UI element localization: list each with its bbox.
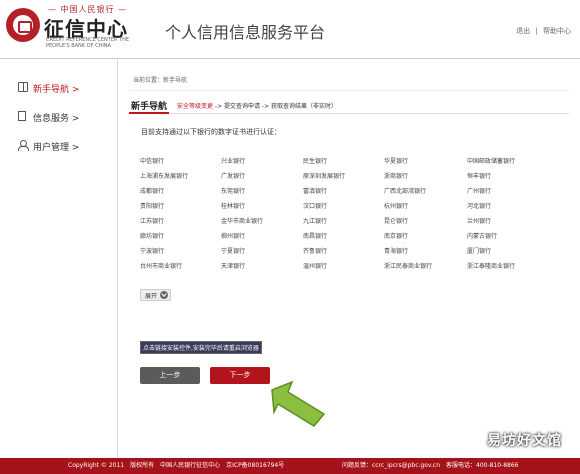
bank-item: 昆仑银行: [384, 218, 409, 225]
bank-item: 原深圳发展银行: [303, 173, 346, 180]
bank-item: 桂林银行: [221, 203, 246, 210]
sidebar: 新手导航 > 信息服务 > 用户管理 >: [0, 59, 118, 458]
user-icon: [18, 140, 29, 151]
bank-item: 杭州银行: [384, 203, 409, 210]
bank-item: 天津银行: [221, 263, 246, 270]
bank-item: 恒丰银行: [467, 173, 492, 180]
bank-item: 金华市商业银行: [221, 218, 264, 225]
pointer-arrow-icon: [271, 380, 326, 427]
expand-button[interactable]: 展开: [140, 289, 172, 301]
expand-label: 展开: [145, 292, 158, 300]
bank-item: 浙江泰隆商业银行: [467, 263, 516, 270]
bank-item: 宁波银行: [140, 248, 165, 255]
bank-item: 南昌银行: [303, 233, 328, 240]
sidebar-item-label: 新手导航 >: [33, 85, 80, 95]
bank-item: 廊坊银行: [140, 233, 165, 240]
step-indicator: 安全等级变更 -> 提交查询申请 -> 获取查询结果（非实时）: [177, 101, 337, 110]
logo-english-text: CREDIT REFERENCE CENTER THE PEOPLE'S BAN…: [46, 37, 130, 49]
bank-item: 齐鲁银行: [303, 248, 328, 255]
footer-copyright: CopyRight © 2011 版权所有 中国人民银行征信中心 京ICP备08…: [68, 462, 285, 469]
logo-seal-icon: [6, 8, 40, 42]
bank-item: 富滇银行: [303, 188, 328, 195]
bank-item: 江苏银行: [140, 218, 165, 225]
link-separator: |: [535, 27, 538, 35]
install-control-link[interactable]: 点击链接安装控件,安装完毕后请重启浏览器: [140, 341, 262, 354]
footer: CopyRight © 2011 版权所有 中国人民银行征信中心 京ICP备08…: [0, 458, 580, 474]
logout-link[interactable]: 退出: [516, 27, 530, 35]
bank-item: 河北银行: [467, 203, 492, 210]
bank-item: 南京银行: [384, 233, 409, 240]
bank-item: 九江银行: [303, 218, 328, 225]
bank-item: 兴业银行: [221, 158, 246, 165]
sidebar-item-beginner-guide[interactable]: 新手导航 >: [0, 79, 117, 97]
sidebar-item-label: 用户管理 >: [33, 143, 80, 153]
bank-item: 上海浦东发展银行: [140, 173, 189, 180]
bank-item: 柳州银行: [221, 233, 246, 240]
document-icon: [18, 111, 26, 121]
bank-item: 浙商银行: [384, 173, 409, 180]
main-content: 当前位置：新手导航 新手导航 安全等级变更 -> 提交查询申请 -> 获取查询结…: [119, 59, 580, 458]
sidebar-item-user-management[interactable]: 用户管理 >: [0, 137, 117, 155]
bank-item: 温州银行: [303, 263, 328, 270]
title-underline: [129, 112, 569, 114]
platform-title: 个人信用信息服务平台: [165, 23, 326, 42]
next-button[interactable]: 下一步: [210, 367, 270, 384]
bank-item: 兰州银行: [467, 218, 492, 225]
bank-item: 民生银行: [303, 158, 328, 165]
bank-item: 成都银行: [140, 188, 165, 195]
watermark-text: 易坊好文馆: [487, 433, 562, 449]
bank-item: 中信银行: [140, 158, 165, 165]
breadcrumb-divider: [129, 90, 569, 91]
bank-item: 广州银行: [467, 188, 492, 195]
header: — 中国人民银行 — 征信中心 CREDIT REFERENCE CENTER …: [0, 0, 580, 58]
chevron-down-icon: [160, 291, 169, 299]
bank-item: 浙江民泰商业银行: [384, 263, 433, 270]
bank-item: 厦门银行: [467, 248, 492, 255]
bank-item: 广西北部湾银行: [384, 188, 427, 195]
bank-item: 青海银行: [384, 248, 409, 255]
sidebar-item-info-service[interactable]: 信息服务 >: [0, 108, 117, 126]
breadcrumb: 当前位置：新手导航: [133, 77, 188, 84]
prev-button[interactable]: 上一步: [140, 367, 200, 384]
bank-item: 台州市商业银行: [140, 263, 183, 270]
bank-item: 内蒙古银行: [467, 233, 498, 240]
sidebar-item-label: 信息服务 >: [33, 114, 80, 124]
remaining-steps: -> 提交查询申请 -> 获取查询结果（非实时）: [213, 103, 338, 110]
bank-item: 广发银行: [221, 173, 246, 180]
bank-item: 贵阳银行: [140, 203, 165, 210]
bank-item: 汉口银行: [303, 203, 328, 210]
help-center-link[interactable]: 帮助中心: [543, 27, 571, 35]
bank-item: 东莞银行: [221, 188, 246, 195]
bank-item: 宁夏银行: [221, 248, 246, 255]
intro-text: 目前支持通过以下银行的数字证书进行认证：: [141, 128, 281, 136]
book-icon: [18, 82, 28, 92]
top-links: 退出 | 帮助中心: [513, 26, 571, 36]
footer-feedback: 问题反馈：ccrc_ipcrs@pbc.gov.cn 客服电话：400-810-…: [342, 462, 519, 469]
current-step: 安全等级变更: [177, 103, 214, 110]
bank-item: 中国邮政储蓄银行: [467, 158, 516, 165]
page-title: 新手导航: [131, 102, 168, 112]
bank-item: 华夏银行: [384, 158, 409, 165]
